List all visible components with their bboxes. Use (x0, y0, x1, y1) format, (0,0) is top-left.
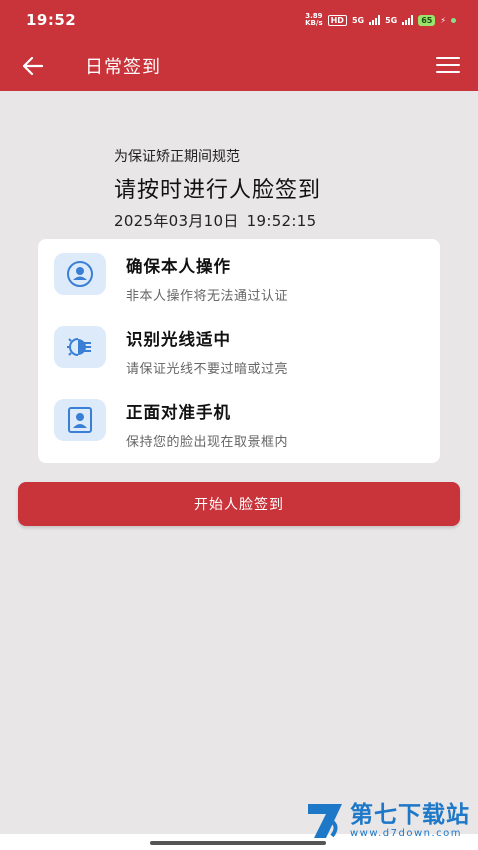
status-bar: 19:52 3.89 KB/s HD 5G 5G 65 ⚡ (0, 0, 478, 40)
signal-bars-icon (369, 15, 381, 25)
current-date: 2025年03月10日 (114, 212, 239, 230)
tip-item-identity: 确保本人操作 非本人操作将无法通过认证 (54, 253, 288, 304)
light-bulb-icon (54, 326, 106, 368)
intro-section: 为保证矫正期间规范 请按时进行人脸签到 2025年03月10日 19:52:15 (114, 146, 321, 231)
menu-line (436, 64, 460, 66)
start-face-signin-button[interactable]: 开始人脸签到 (18, 482, 460, 526)
tip-desc: 非本人操作将无法通过认证 (126, 289, 289, 304)
intro-subtitle: 为保证矫正期间规范 (114, 149, 240, 165)
menu-line (436, 71, 460, 73)
back-button[interactable] (3, 40, 63, 91)
battery-icon: 65 (418, 14, 436, 26)
tip-title: 识别光线适中 (126, 330, 231, 349)
person-circle-icon (54, 253, 106, 295)
portrait-frame-icon (54, 399, 106, 441)
battery-level: 65 (421, 15, 433, 25)
watermark-logo-icon (308, 804, 342, 838)
app-bar: 日常签到 (0, 40, 478, 91)
watermark-url: www.d7down.com (350, 828, 463, 839)
tip-desc: 保持您的脸出现在取景框内 (126, 435, 289, 450)
charging-icon: ⚡ (440, 15, 446, 25)
signal-5g-label-1: 5G (351, 15, 365, 25)
status-dot-icon (451, 17, 456, 23)
current-time: 19:52:15 (246, 212, 317, 230)
signal-bars-icon-2 (402, 15, 414, 25)
intro-title: 请按时进行人脸签到 (114, 178, 322, 203)
tip-desc: 请保证光线不要过暗或过亮 (126, 362, 289, 377)
tip-item-light: 识别光线适中 请保证光线不要过暗或过亮 (54, 326, 288, 377)
watermark: 第七下载站 www.d7down.com (304, 800, 470, 842)
tips-card: 确保本人操作 非本人操作将无法通过认证 识别光线适中 请保证光线不要过暗或过亮 (38, 239, 440, 463)
hd-badge: HD (327, 14, 347, 26)
page-title: 日常签到 (85, 56, 161, 78)
menu-line (436, 57, 460, 59)
signal-5g-label-2: 5G (385, 15, 398, 25)
menu-button[interactable] (436, 54, 460, 76)
arrow-left-icon (23, 56, 43, 75)
network-speed-unit: KB/s (305, 19, 323, 27)
network-speed: 3.89 KB/s (305, 13, 322, 27)
watermark-name: 第七下载站 (350, 802, 470, 828)
status-time: 19:52 (26, 11, 77, 29)
status-icons: 3.89 KB/s HD 5G 5G 65 ⚡ (305, 13, 456, 27)
current-datetime: 2025年03月10日 19:52:15 (114, 210, 321, 231)
home-indicator[interactable] (150, 841, 326, 845)
tip-title: 确保本人操作 (126, 257, 231, 276)
tip-item-face: 正面对准手机 保持您的脸出现在取景框内 (54, 399, 288, 450)
tip-title: 正面对准手机 (126, 403, 231, 422)
